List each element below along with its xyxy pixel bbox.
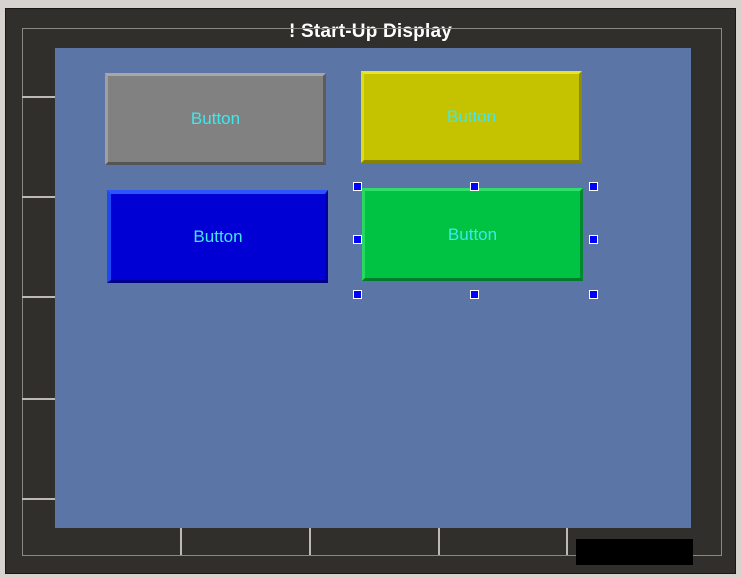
- ruler-tick-left: [22, 196, 55, 198]
- ruler-tick-left: [22, 398, 55, 400]
- green-button[interactable]: Button: [362, 188, 583, 281]
- status-box: [576, 539, 693, 565]
- button-label: Button: [447, 224, 498, 244]
- editor-window: ! Start-Up Display Button Button Button …: [0, 0, 741, 577]
- resize-handle-bottom-right[interactable]: [589, 290, 598, 299]
- yellow-button[interactable]: Button: [361, 71, 582, 163]
- resize-handle-top-left[interactable]: [353, 182, 362, 191]
- button-label: Button: [193, 227, 243, 246]
- resize-handle-right[interactable]: [589, 235, 598, 244]
- resize-handle-bottom-left[interactable]: [353, 290, 362, 299]
- ruler-tick-left: [22, 96, 55, 98]
- resize-handle-top[interactable]: [470, 182, 479, 191]
- blue-button[interactable]: Button: [107, 190, 328, 283]
- resize-handle-bottom[interactable]: [470, 290, 479, 299]
- button-label: Button: [190, 109, 241, 128]
- ruler-tick-left: [22, 296, 55, 298]
- ruler-tick-bottom: [309, 528, 311, 555]
- ruler-tick-left: [22, 498, 55, 500]
- ruler-tick-bottom: [566, 528, 568, 555]
- resize-handle-left[interactable]: [353, 235, 362, 244]
- button-label: Button: [446, 107, 497, 126]
- ruler-tick-bottom: [180, 528, 182, 555]
- gray-button[interactable]: Button: [105, 73, 326, 165]
- ruler-tick-bottom: [438, 528, 440, 555]
- resize-handle-top-right[interactable]: [589, 182, 598, 191]
